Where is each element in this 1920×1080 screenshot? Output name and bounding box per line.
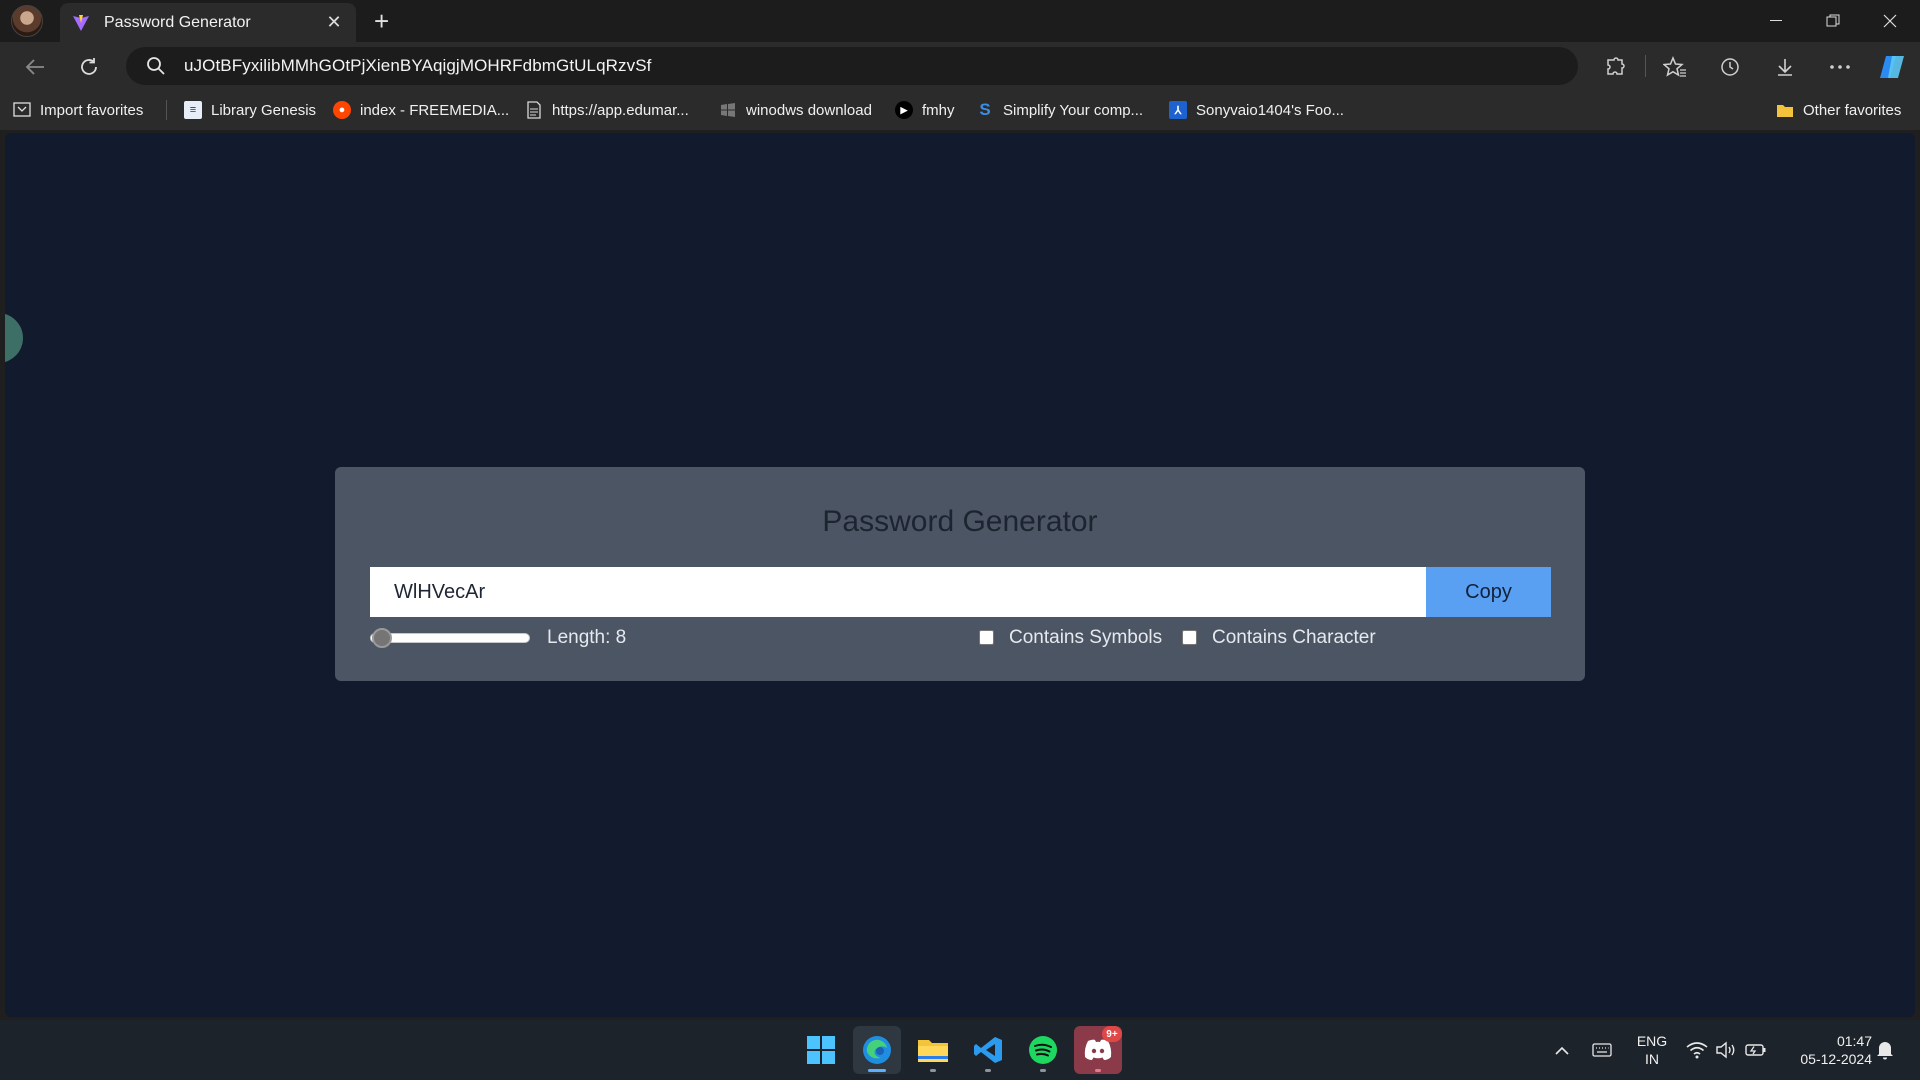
active-indicator	[868, 1069, 886, 1072]
edge-icon[interactable]	[853, 1026, 901, 1074]
notification-bell-icon[interactable]	[1873, 1038, 1897, 1062]
address-bar[interactable]: uJOtBFyxilibMMhGOtPjXienBYAqigjMOHRFdbmG…	[126, 47, 1578, 85]
page-title: Password Generator	[822, 505, 1098, 538]
more-options-icon[interactable]	[1825, 52, 1855, 82]
length-slider[interactable]	[370, 633, 530, 643]
keyboard-icon[interactable]	[1590, 1038, 1614, 1062]
favorite-edumar[interactable]: https://app.edumar...	[525, 98, 689, 122]
windows-taskbar: 9+ ENG IN 01:47 05-12-2024	[0, 1020, 1920, 1080]
favorite-simplify[interactable]: S Simplify Your comp...	[976, 98, 1143, 122]
folder-icon	[1776, 101, 1794, 119]
history-icon[interactable]	[1715, 52, 1745, 82]
tab-title: Password Generator	[104, 13, 251, 31]
favorite-sonyvaio[interactable]: ⅄ Sonyvaio1404's Foo...	[1169, 98, 1344, 122]
download-icon[interactable]	[1770, 52, 1800, 82]
reddit-icon: ●	[333, 101, 351, 119]
browser-toolbar: uJOtBFyxilibMMhGOtPjXienBYAqigjMOHRFdbmG…	[0, 42, 1920, 90]
copy-button[interactable]: Copy	[1426, 567, 1551, 617]
favorites-bar: Import favorites ≡ Library Genesis ● ind…	[0, 90, 1920, 130]
s-icon: S	[979, 100, 991, 119]
running-indicator	[1040, 1069, 1046, 1072]
restore-icon[interactable]	[1805, 0, 1861, 42]
running-indicator	[1095, 1069, 1101, 1072]
favorite-library-genesis[interactable]: ≡ Library Genesis	[184, 98, 316, 122]
play-icon: ▶	[895, 101, 913, 119]
vite-icon	[72, 14, 90, 32]
browser-tab[interactable]: Password Generator ✕	[60, 3, 356, 42]
windows-start-icon[interactable]	[797, 1026, 845, 1074]
language-indicator[interactable]: ENG IN	[1634, 1032, 1670, 1068]
date-text: 05-12-2024	[1800, 1051, 1872, 1067]
language-line1: ENG	[1636, 1033, 1668, 1049]
password-generator-card: Password Generator Copy Length: 8 Contai…	[335, 467, 1585, 681]
favorite-label: Import favorites	[40, 101, 144, 119]
tab-close-icon[interactable]: ✕	[324, 12, 344, 33]
character-label: Contains Character	[1212, 627, 1376, 648]
clock[interactable]: 01:47 05-12-2024	[1780, 1032, 1872, 1068]
favorite-label: https://app.edumar...	[552, 101, 689, 119]
profile-icon: ⅄	[1169, 101, 1187, 119]
character-checkbox[interactable]	[1182, 630, 1197, 645]
notification-badge: 9+	[1102, 1026, 1122, 1042]
other-favorites-label: Other favorites	[1803, 101, 1902, 119]
other-favorites[interactable]: Other favorites	[1776, 98, 1901, 122]
sidebar-handle[interactable]	[5, 313, 23, 363]
extensions-icon[interactable]	[1600, 52, 1630, 82]
symbols-checkbox[interactable]	[979, 630, 994, 645]
favorite-windows-download[interactable]: winodws download	[719, 98, 872, 122]
volume-icon[interactable]	[1714, 1038, 1738, 1062]
battery-icon[interactable]	[1744, 1038, 1768, 1062]
search-icon	[146, 56, 166, 76]
symbols-label: Contains Symbols	[1009, 627, 1163, 648]
book-icon: ≡	[184, 101, 202, 119]
favorite-label: index - FREEMEDIA...	[360, 101, 510, 119]
chevron-up-icon[interactable]	[1550, 1038, 1574, 1062]
length-slider-thumb[interactable]	[372, 628, 392, 648]
vscode-icon[interactable]	[964, 1026, 1012, 1074]
favorite-label: winodws download	[746, 101, 872, 119]
running-indicator	[985, 1069, 991, 1072]
length-label: Length: 8	[547, 627, 627, 648]
favorite-label: Simplify Your comp...	[1003, 101, 1144, 119]
refresh-icon[interactable]	[74, 52, 104, 82]
running-indicator	[930, 1069, 936, 1072]
favorite-label: Sonyvaio1404's Foo...	[1196, 101, 1344, 119]
address-text[interactable]: uJOtBFyxilibMMhGOtPjXienBYAqigjMOHRFdbmG…	[184, 56, 651, 76]
favorite-fmhy[interactable]: ▶ fmhy	[895, 98, 955, 122]
page-viewport: Password Generator Copy Length: 8 Contai…	[5, 133, 1915, 1017]
favorite-import[interactable]: Import favorites	[13, 98, 143, 122]
favorites-star-icon[interactable]	[1660, 52, 1690, 82]
favorite-label: Library Genesis	[211, 101, 317, 119]
time-text: 01:47	[1836, 1033, 1872, 1049]
favorite-label: fmhy	[922, 101, 955, 119]
discord-icon[interactable]: 9+	[1074, 1026, 1122, 1074]
import-icon	[13, 101, 31, 119]
toolbar-divider	[1645, 55, 1646, 77]
favorite-freemedia[interactable]: ● index - FREEMEDIA...	[333, 98, 509, 122]
wifi-icon[interactable]	[1685, 1038, 1709, 1062]
close-window-icon[interactable]	[1862, 0, 1918, 42]
page-icon	[525, 101, 543, 119]
back-arrow-icon[interactable]	[20, 52, 50, 82]
language-line2: IN	[1645, 1051, 1659, 1067]
new-tab-icon[interactable]: +	[374, 6, 389, 37]
windows-icon	[719, 101, 737, 119]
favorites-divider	[166, 100, 167, 120]
options-row: Length: 8 Contains Symbols Contains Char…	[370, 623, 1376, 653]
file-explorer-icon[interactable]	[909, 1026, 957, 1074]
spotify-icon[interactable]	[1019, 1026, 1067, 1074]
profile-avatar[interactable]	[11, 5, 43, 37]
copilot-icon[interactable]	[1877, 52, 1907, 82]
password-field[interactable]	[370, 567, 1426, 617]
browser-title-bar: Password Generator ✕ +	[0, 0, 1920, 42]
minimize-icon[interactable]	[1748, 0, 1804, 42]
